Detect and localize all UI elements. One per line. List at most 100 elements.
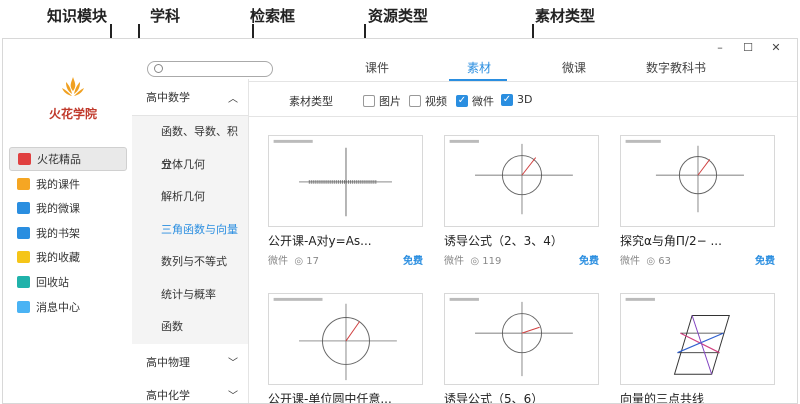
checkbox-box — [363, 95, 375, 107]
eye-icon: ◎ — [470, 256, 480, 267]
brand-logo: 火花学院 — [43, 75, 103, 122]
material-type-filter: 素材类型 图片 视频 ✓ 微件 ✓ 3D — [249, 81, 797, 117]
topic-item[interactable]: 解析几何 — [132, 181, 248, 214]
card-title: 探究α与角Π/2− ... — [620, 234, 722, 248]
topic-item[interactable]: 函数、导数、积分 — [132, 116, 248, 171]
card-views: 63 — [658, 256, 672, 267]
eye-icon: ◎ — [294, 256, 304, 267]
card-thumbnail — [444, 135, 599, 227]
card-title: 公开课-单位圆中任意... — [268, 392, 392, 404]
card-title: 公开课-A对y=As... — [268, 234, 372, 248]
trash-icon — [17, 275, 30, 288]
subject-header-math[interactable]: 高中数学 ︿ — [132, 79, 248, 115]
filter-label: 素材类型 — [289, 95, 333, 108]
annotation-resource-type: 资源类型 — [368, 7, 429, 25]
card-thumbnail — [444, 293, 599, 385]
brand-name: 火花学院 — [48, 107, 97, 121]
annotation-knowledge-module: 知识模块 — [47, 7, 108, 25]
resource-card[interactable]: 向量的三点共线 — [620, 293, 775, 404]
star-icon — [17, 251, 30, 264]
checkbox-label: 3D — [517, 93, 533, 106]
app-window: – ☐ ✕ 火花学院 火花精品 我的课件 我的微课 我的书架 我的收藏 回收站 … — [2, 38, 798, 404]
sidebar-item-my-favorites[interactable]: 我的收藏 — [9, 245, 127, 269]
resource-card[interactable]: 诱导公式（2、3、4） 微件 ◎ 119 免费 — [444, 135, 599, 267]
subject-header-physics[interactable]: 高中物理 ﹀ — [132, 344, 248, 380]
shop-icon — [18, 153, 31, 165]
tab-courseware[interactable]: 课件 — [365, 59, 389, 76]
card-type: 微件 — [620, 256, 640, 267]
checkbox-video[interactable]: 视频 — [409, 93, 447, 109]
sidebar-item-label: 我的收藏 — [36, 251, 80, 265]
card-title: 向量的三点共线 — [620, 392, 705, 404]
topic-item[interactable]: 数列与不等式 — [132, 246, 248, 279]
annotation-search-box: 检索框 — [250, 7, 296, 25]
subject-label: 高中物理 — [146, 355, 190, 369]
sidebar-item-label: 我的书架 — [36, 226, 80, 240]
card-meta: 微件 ◎ 119 免费 — [444, 252, 599, 267]
sidebar-item-recycle-bin[interactable]: 回收站 — [9, 270, 127, 294]
resource-tabs: 课件 素材 微课 数字教科书 — [249, 51, 797, 81]
subject-column: 高中数学 ︿ 函数、导数、积分 立体几何 解析几何 三角函数与向量 数列与不等式… — [132, 79, 249, 404]
card-views: 119 — [482, 256, 502, 267]
card-price: 免费 — [755, 256, 775, 267]
card-meta: 微件 ◎ 17 免费 — [268, 252, 423, 267]
eye-icon: ◎ — [646, 256, 656, 267]
checkbox-box — [409, 95, 421, 107]
card-thumbnail — [268, 293, 423, 385]
subject-header-chemistry[interactable]: 高中化学 ﹀ — [132, 380, 248, 404]
check-icon: ✓ — [501, 93, 513, 106]
tab-material[interactable]: 素材 — [467, 59, 491, 76]
topic-item[interactable]: 统计与概率 — [132, 279, 248, 312]
tab-digital-textbook[interactable]: 数字教科书 — [646, 59, 706, 76]
card-price: 免费 — [403, 256, 423, 267]
subject-label: 高中化学 — [146, 388, 190, 402]
topic-item-active[interactable]: 三角函数与向量 — [132, 214, 248, 247]
chevron-down-icon: ﹀ — [228, 358, 238, 369]
card-type: 微件 — [268, 256, 288, 267]
sidebar-item-label: 回收站 — [36, 275, 69, 289]
search-icon — [154, 64, 163, 73]
topic-item[interactable]: 立体几何 — [132, 149, 248, 182]
sidebar-item-my-bookshelf[interactable]: 我的书架 — [9, 221, 127, 245]
topic-list: 函数、导数、积分 立体几何 解析几何 三角函数与向量 数列与不等式 统计与概率 … — [132, 115, 248, 344]
flame-icon — [58, 75, 88, 99]
tab-microlesson[interactable]: 微课 — [562, 59, 586, 76]
card-thumbnail — [620, 135, 775, 227]
chevron-down-icon: ﹀ — [228, 391, 238, 402]
resource-card[interactable]: 公开课-A对y=As... 微件 ◎ 17 免费 — [268, 135, 423, 267]
sidebar-item-my-courseware[interactable]: 我的课件 — [9, 172, 127, 196]
resource-card[interactable]: 公开课-单位圆中任意... — [268, 293, 423, 404]
subject-label: 高中数学 — [146, 91, 190, 104]
card-views: 17 — [306, 256, 320, 267]
annotation-subject: 学科 — [150, 7, 181, 25]
sidebar-item-messages[interactable]: 消息中心 — [9, 295, 127, 319]
book-icon — [17, 226, 30, 239]
card-type: 微件 — [444, 256, 464, 267]
checkbox-label: 视频 — [425, 95, 447, 108]
topic-item[interactable]: 函数 — [132, 311, 248, 344]
card-price: 免费 — [579, 256, 599, 267]
home-icon — [17, 177, 30, 190]
sidebar-item-my-microlessons[interactable]: 我的微课 — [9, 196, 127, 220]
sidebar-item-label: 我的微课 — [36, 202, 80, 216]
message-icon — [17, 300, 30, 313]
card-title: 诱导公式（2、3、4） — [444, 234, 563, 248]
sidebar-nav: 火花精品 我的课件 我的微课 我的书架 我的收藏 回收站 消息中心 — [9, 147, 127, 319]
annotation-material-type: 素材类型 — [535, 7, 596, 25]
checkbox-widget[interactable]: ✓ 微件 — [456, 93, 494, 109]
card-meta: 微件 ◎ 63 免费 — [620, 252, 775, 267]
check-icon: ✓ — [456, 95, 468, 107]
card-title: 诱导公式（5、6） — [444, 392, 544, 404]
checkbox-3d[interactable]: ✓ 3D — [501, 93, 532, 106]
chevron-up-icon: ︿ — [228, 93, 238, 105]
video-icon — [17, 202, 30, 215]
sidebar-item-featured[interactable]: 火花精品 — [9, 147, 127, 171]
sidebar-item-label: 我的课件 — [36, 177, 80, 191]
card-thumbnail — [620, 293, 775, 385]
resource-card[interactable]: 探究α与角Π/2− ... 微件 ◎ 63 免费 — [620, 135, 775, 267]
checkbox-label: 图片 — [379, 95, 401, 108]
sidebar-item-label: 火花精品 — [37, 153, 81, 166]
sidebar-item-label: 消息中心 — [36, 300, 80, 314]
resource-card[interactable]: 诱导公式（5、6） — [444, 293, 599, 404]
checkbox-image[interactable]: 图片 — [363, 93, 401, 109]
